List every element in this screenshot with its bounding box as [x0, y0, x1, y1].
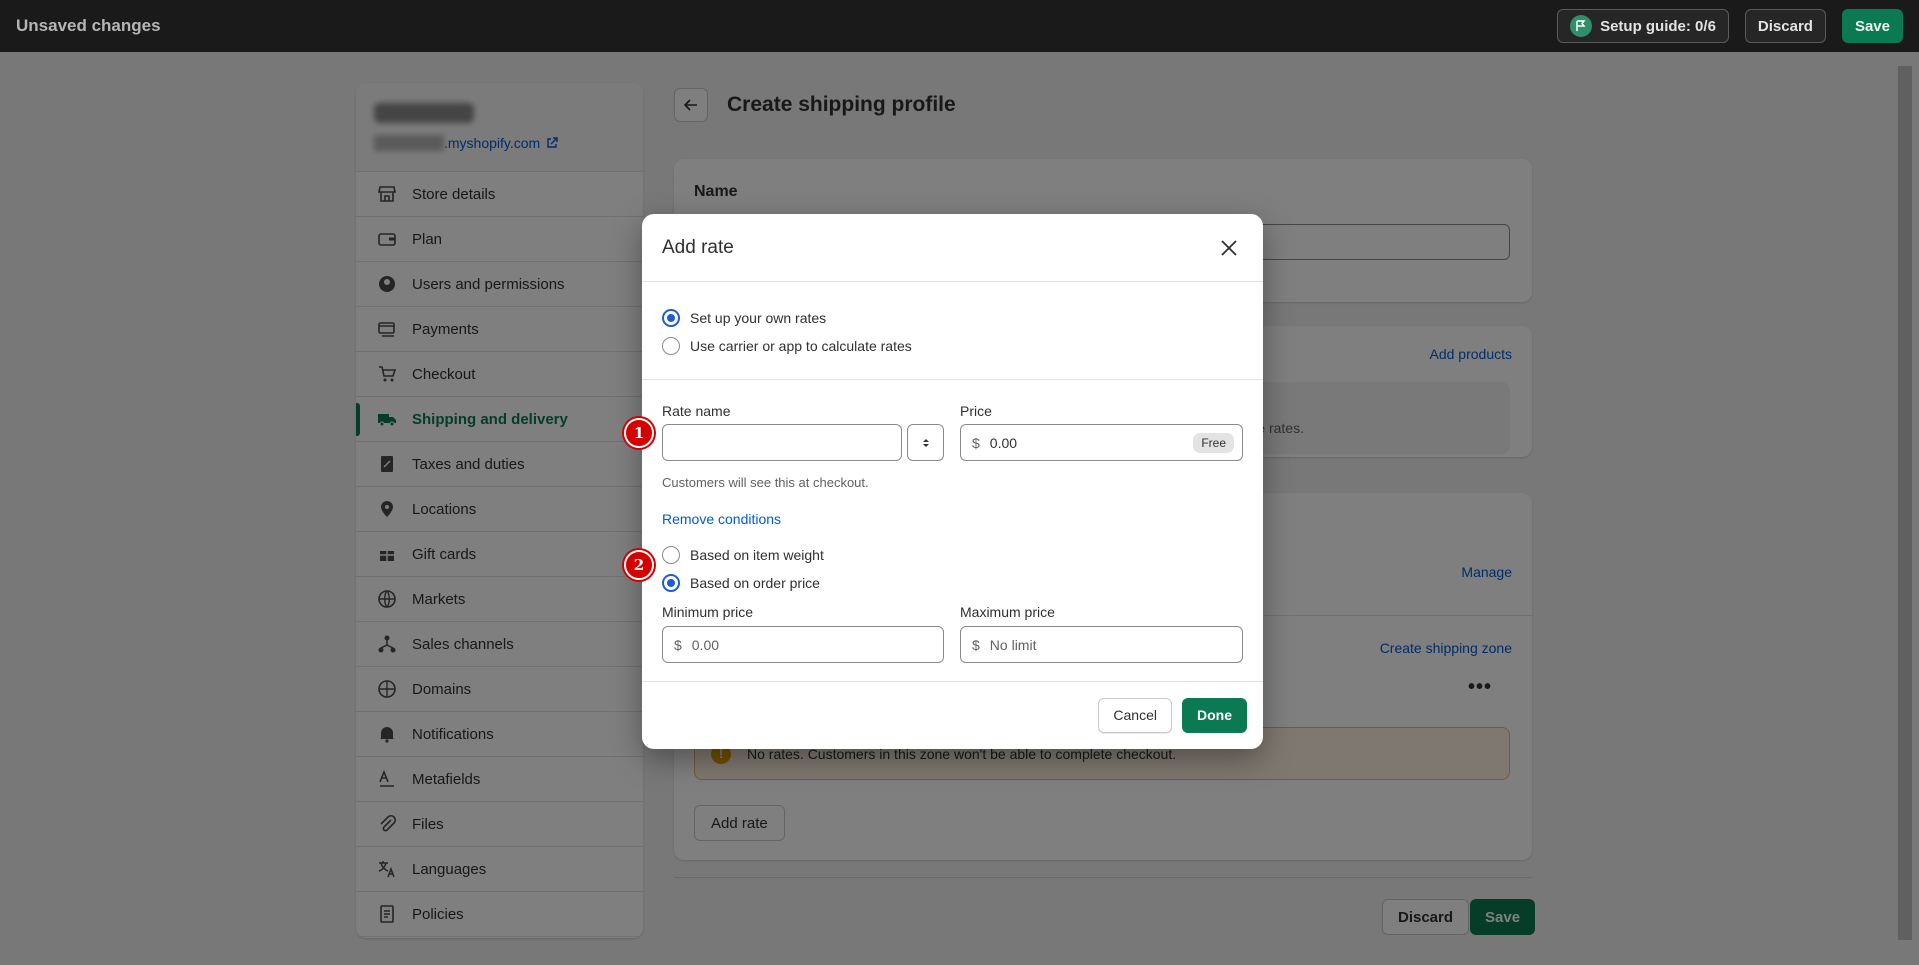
top-save-button[interactable]: Save: [1841, 9, 1903, 43]
radio-carrier-rates[interactable]: Use carrier or app to calculate rates: [662, 332, 1243, 360]
setup-guide-button[interactable]: Setup guide: 0/6: [1557, 9, 1729, 43]
modal-title: Add rate: [662, 236, 734, 258]
rate-type-section: Set up your own rates Use carrier or app…: [642, 282, 1263, 380]
radio-label: Based on order price: [690, 575, 820, 591]
radio-order-price[interactable]: Based on order price: [662, 569, 824, 597]
close-button[interactable]: [1215, 234, 1243, 262]
done-button[interactable]: Done: [1182, 697, 1247, 733]
unsaved-changes-title: Unsaved changes: [16, 16, 161, 35]
max-price-label: Maximum price: [960, 604, 1055, 620]
rate-name-input[interactable]: [662, 424, 902, 461]
radio-label: Set up your own rates: [690, 310, 827, 326]
min-price-input[interactable]: $ 0.00: [662, 626, 944, 663]
free-badge: Free: [1193, 433, 1234, 453]
price-input[interactable]: $ 0.00 Free: [960, 424, 1243, 461]
rate-name-selector[interactable]: [907, 424, 944, 461]
cancel-button[interactable]: Cancel: [1098, 697, 1172, 733]
radio-button[interactable]: [662, 309, 680, 327]
modal-footer: Cancel Done: [642, 682, 1263, 748]
radio-label: Use carrier or app to calculate rates: [690, 338, 912, 354]
rate-details-section: Rate name Customers will see this at che…: [642, 380, 1263, 682]
price-value: 0.00: [989, 434, 1018, 451]
rate-name-label: Rate name: [662, 403, 731, 419]
max-price-input[interactable]: $ No limit: [960, 626, 1243, 663]
min-price-placeholder: 0.00: [691, 636, 720, 653]
sort-arrows-icon: [922, 438, 929, 447]
top-bar: Unsaved changes Setup guide: 0/6 Discard…: [0, 0, 1919, 52]
radio-button[interactable]: [662, 546, 680, 564]
close-icon: [1221, 239, 1237, 256]
flag-icon: [1570, 15, 1593, 37]
radio-button[interactable]: [662, 574, 680, 592]
radio-label: Based on item weight: [690, 547, 824, 563]
modal-header: Add rate: [642, 214, 1263, 282]
radio-own-rates[interactable]: Set up your own rates: [662, 304, 1243, 332]
min-price-label: Minimum price: [662, 604, 754, 620]
add-rate-modal: Add rate Set up your own rates Use carri…: [642, 214, 1263, 749]
price-currency: $: [972, 434, 980, 451]
price-label: Price: [960, 403, 992, 419]
setup-guide-label: Setup guide: 0/6: [1600, 17, 1716, 35]
radio-button[interactable]: [662, 337, 680, 355]
min-price-currency: $: [674, 636, 682, 653]
rate-name-help: Customers will see this at checkout.: [662, 475, 869, 490]
max-price-placeholder: No limit: [989, 636, 1037, 653]
step-marker-1: 1: [624, 418, 654, 448]
condition-radio-group: Based on item weight Based on order pric…: [662, 541, 824, 597]
step-marker-2: 2: [624, 550, 654, 580]
remove-conditions-link[interactable]: Remove conditions: [662, 511, 781, 527]
top-discard-button[interactable]: Discard: [1744, 9, 1826, 43]
max-price-currency: $: [972, 636, 980, 653]
radio-item-weight[interactable]: Based on item weight: [662, 541, 824, 569]
